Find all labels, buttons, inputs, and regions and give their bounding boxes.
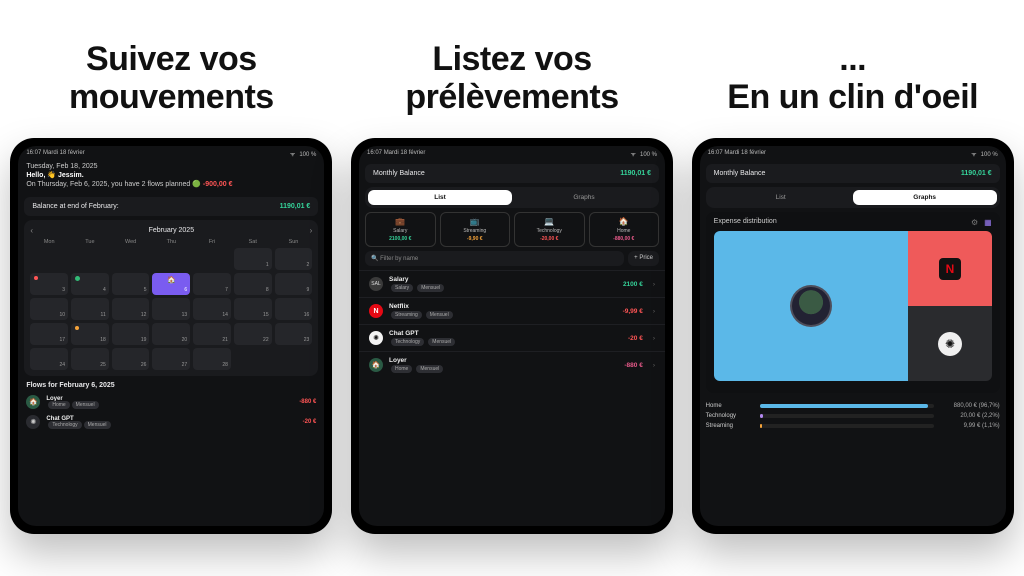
status-bar: 16:07 Mardi 18 février ᯤ100 % [700,146,1006,160]
chevron-right-icon: › [653,335,655,342]
category-summary-row: 💼Salary2100,00 €📺Streaming-9,90 €💻Techno… [365,212,659,247]
calendar-day[interactable]: 5 [112,273,150,295]
calendar-day[interactable]: 14 [193,298,231,320]
calendar-day[interactable]: 9 [275,273,313,295]
calendar-day[interactable]: 3 [30,273,68,295]
list-item[interactable]: NNetflixStreamingMensuel-9,99 €› [359,297,665,324]
calendar-days-grid: 123456🏠789101112131415161718192021222324… [30,248,312,370]
list-item[interactable]: ✺Chat GPTTechnologyMensuel-20 €› [359,324,665,351]
openai-icon: ✺ [938,332,962,356]
calendar-next-button[interactable]: › [310,226,313,235]
list-item-icon: SAL [369,277,383,291]
list-item[interactable]: SALSalarySalaryMensuel2100 €› [359,270,665,297]
search-input[interactable]: 🔍 Filter by name [365,251,624,266]
flow-item[interactable]: 🏠LoyerHomeMensuel-880 € [18,392,324,412]
calendar-day[interactable]: 11 [71,298,109,320]
wifi-icon: ᯤ [631,152,636,158]
list-item-icon: ✺ [369,331,383,345]
calendar-day[interactable]: 7 [193,273,231,295]
calendar-day[interactable]: 28 [193,348,231,370]
list-item-icon: 🏠 [369,358,383,372]
expense-bar-row[interactable]: Home880,00 € (96,7%) [706,403,1000,409]
expense-treemap[interactable]: N ✺ [714,231,992,381]
settings-icon[interactable]: ⚙ [971,218,978,227]
grid-icon[interactable]: ▦ [984,218,992,227]
tablet-frame-3: 16:07 Mardi 18 février ᯤ100 % Monthly Ba… [692,138,1014,534]
calendar-day[interactable]: 22 [234,323,272,345]
headline-1: Suivez vosmouvements [69,40,274,116]
tablet-frame-2: 16:07 Mardi 18 février ᯤ100 % Monthly Ba… [351,138,673,534]
headline-2: Listez vosprélèvements [405,40,618,116]
tab-graphs[interactable]: Graphs [853,190,997,205]
calendar-day[interactable]: 13 [152,298,190,320]
treemap-tile-technology[interactable]: ✺ [908,306,991,381]
calendar-day[interactable]: 16 [275,298,313,320]
calendar-day[interactable]: 2 [275,248,313,270]
balance-row[interactable]: Balance at end of February: 1190,01 € [24,197,318,216]
calendar-day[interactable]: 26 [112,348,150,370]
tab-list[interactable]: List [368,190,512,205]
distribution-title: Expense distribution [714,218,777,227]
chevron-right-icon: › [653,281,655,288]
calendar-day[interactable]: 18 [71,323,109,345]
list-item-icon: N [369,304,383,318]
status-bar: 16:07 Mardi 18 février ᯤ100 % [18,146,324,160]
netflix-icon: N [939,258,961,280]
category-box[interactable]: 💼Salary2100,00 € [365,212,436,247]
headline-3: ... En un clin d'oeil [727,40,978,116]
avatar [790,285,832,327]
calendar-day[interactable]: 8 [234,273,272,295]
chevron-right-icon: › [653,362,655,369]
list-item[interactable]: 🏠LoyerHomeMensuel-880 €› [359,351,665,378]
category-box[interactable]: 💻Technology-20,00 € [514,212,585,247]
flow-item[interactable]: ✺Chat GPTTechnologyMensuel-20 € [18,412,324,432]
distribution-card: Expense distribution ⚙ ▦ N ✺ [706,212,1000,393]
expense-breakdown-bars: Home880,00 € (96,7%) Technology20,00 € (2… [706,403,1000,429]
expense-bar-row[interactable]: Technology20,00 € (2,2%) [706,413,1000,419]
view-segmented-control: List Graphs [365,187,659,208]
calendar-day[interactable]: 21 [193,323,231,345]
flow-icon: ✺ [26,415,40,429]
wifi-icon: ᯤ [290,152,295,158]
calendar-card: ‹ February 2025 › MonTueWedThuFriSatSun … [24,220,318,376]
calendar-day[interactable]: 4 [71,273,109,295]
calendar-prev-button[interactable]: ‹ [30,226,33,235]
tab-graphs[interactable]: Graphs [512,190,656,205]
category-box[interactable]: 📺Streaming-9,90 € [440,212,511,247]
category-box[interactable]: 🏠Home-880,00 € [589,212,660,247]
calendar-day[interactable]: 27 [152,348,190,370]
wifi-icon: ᯤ [971,152,976,158]
calendar-weekdays: MonTueWedThuFriSatSun [30,239,312,245]
flows-header: Flows for February 6, 2025 [26,382,316,389]
filter-price-button[interactable]: + Price [628,251,659,266]
view-segmented-control: List Graphs [706,187,1000,208]
calendar-day[interactable]: 25 [71,348,109,370]
treemap-tile-streaming[interactable]: N [908,231,991,306]
calendar-day[interactable]: 10 [30,298,68,320]
monthly-balance-row[interactable]: Monthly Balance 1190,01 € [365,164,659,183]
calendar-day[interactable]: 24 [30,348,68,370]
calendar-day[interactable]: 19 [112,323,150,345]
calendar-day[interactable]: 1 [234,248,272,270]
calendar-day[interactable]: 15 [234,298,272,320]
calendar-day[interactable]: 6🏠 [152,273,190,295]
calendar-day[interactable]: 23 [275,323,313,345]
greeting-block: Tuesday, Feb 18, 2025 Hello, 👋 Jessim. O… [18,160,324,193]
monthly-balance-row[interactable]: Monthly Balance 1190,01 € [706,164,1000,183]
chevron-right-icon: › [653,308,655,315]
calendar-day[interactable]: 17 [30,323,68,345]
tab-list[interactable]: List [709,190,853,205]
calendar-month-label: February 2025 [149,227,195,234]
flow-icon: 🏠 [26,395,40,409]
status-bar: 16:07 Mardi 18 février ᯤ100 % [359,146,665,160]
calendar-day[interactable]: 12 [112,298,150,320]
treemap-tile-home[interactable] [714,231,909,381]
tablet-frame-1: 16:07 Mardi 18 février ᯤ100 % Tuesday, F… [10,138,332,534]
calendar-day[interactable]: 20 [152,323,190,345]
expense-bar-row[interactable]: Streaming9,99 € (1,1%) [706,423,1000,429]
